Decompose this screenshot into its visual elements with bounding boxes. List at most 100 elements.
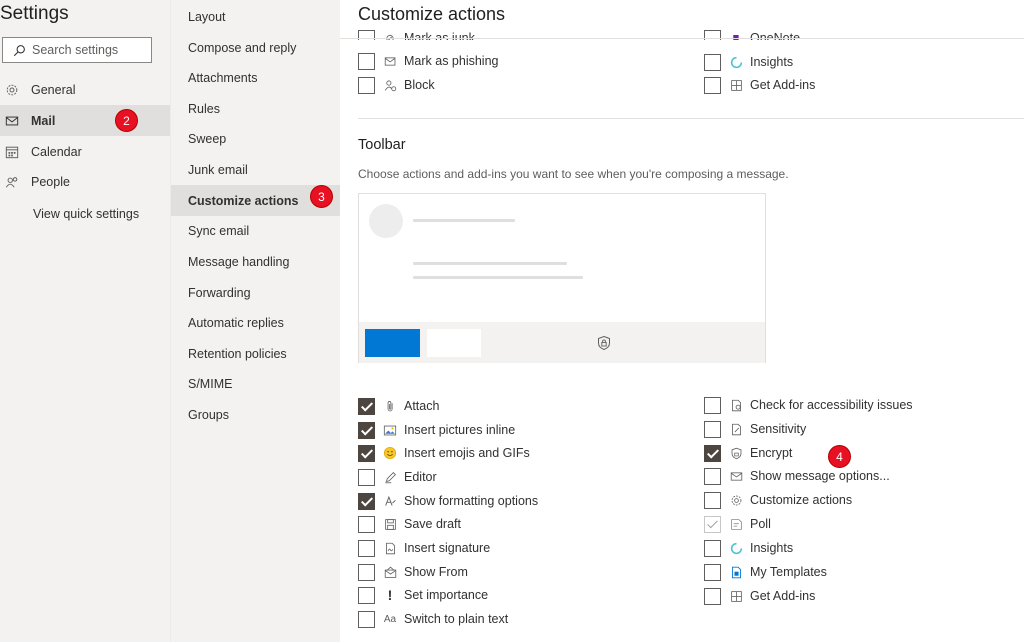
encrypt-shield-icon	[598, 335, 610, 351]
checkbox[interactable]	[358, 468, 375, 486]
calendar-icon	[5, 145, 19, 159]
checkbox-checked[interactable]	[358, 421, 375, 439]
checkbox[interactable]	[358, 563, 375, 581]
option-save-draft[interactable]: Save draft	[358, 514, 461, 534]
option-label: Poll	[750, 517, 771, 531]
subnav-item-sweep[interactable]: Sweep	[171, 123, 341, 154]
option-label: Attach	[404, 399, 440, 413]
checkbox[interactable]	[704, 587, 721, 605]
nav-item-general[interactable]: General	[0, 74, 170, 105]
subnav-item-attachments[interactable]: Attachments	[171, 62, 341, 93]
sensitivity-icon	[729, 422, 743, 436]
checkbox[interactable]	[704, 53, 721, 71]
mail-icon	[5, 114, 19, 128]
option-attach[interactable]: Attach	[358, 396, 439, 416]
option-label: Insights	[750, 541, 794, 555]
checkbox[interactable]	[358, 515, 375, 533]
page-title: Customize actions	[358, 4, 506, 24]
section-divider	[358, 118, 1024, 119]
option-insert-emojis-and-gifs[interactable]: Insert emojis and GIFs	[358, 443, 530, 463]
subnav-item-automatic-replies[interactable]: Automatic replies	[171, 307, 341, 338]
subnav-item-rules[interactable]: Rules	[171, 93, 341, 124]
option-block[interactable]: Block	[358, 75, 435, 95]
option-label: Check for accessibility issues	[750, 398, 913, 412]
option-get-add-ins-top[interactable]: Get Add-ins	[704, 75, 815, 95]
option-show-message-options[interactable]: Show message options...	[704, 466, 890, 486]
subnav-item-forwarding[interactable]: Forwarding	[171, 277, 341, 308]
option-label: Show formatting options	[404, 494, 539, 508]
option-my-templates[interactable]: My Templates	[704, 562, 827, 582]
subnav-item-groups[interactable]: Groups	[171, 399, 341, 430]
subnav-item-compose-and-reply[interactable]: Compose and reply	[171, 32, 341, 63]
option-editor[interactable]: Editor	[358, 467, 437, 487]
option-encrypt[interactable]: Encrypt	[704, 443, 792, 463]
poll-icon	[729, 517, 743, 531]
option-label: Show From	[404, 565, 468, 579]
customize-actions-panel: Customize actions ⊘ Mark as junk ■ OneNo…	[340, 0, 1024, 642]
option-label: Insert signature	[404, 541, 491, 555]
option-show-from[interactable]: Show From	[358, 562, 468, 582]
view-quick-settings-link[interactable]: View quick settings	[33, 207, 139, 221]
checkbox-checked[interactable]	[704, 444, 721, 462]
option-label: Editor	[404, 470, 437, 484]
subnav-item-junk-email[interactable]: Junk email	[171, 154, 341, 185]
option-customize-actions[interactable]: Customize actions	[704, 490, 852, 510]
nav-item-calendar[interactable]: Calendar	[0, 136, 170, 167]
checkbox-checked[interactable]	[358, 444, 375, 462]
importance-icon: !	[387, 587, 393, 603]
step-badge-4: 4	[828, 445, 851, 468]
show-from-icon	[383, 565, 397, 579]
option-label: Insights	[750, 55, 794, 69]
checkbox[interactable]	[704, 76, 721, 94]
option-insert-signature[interactable]: Insert signature	[358, 538, 490, 558]
option-mark-as-phishing[interactable]: Mark as phishing	[358, 51, 499, 71]
header-divider	[340, 38, 1024, 39]
option-set-importance[interactable]: ! Set importance	[358, 585, 488, 605]
preview-line	[413, 219, 515, 222]
option-label: Set importance	[404, 588, 489, 602]
checkbox[interactable]	[704, 563, 721, 581]
option-show-formatting-options[interactable]: Show formatting options	[358, 491, 538, 511]
option-check-accessibility[interactable]: Check for accessibility issues	[704, 395, 913, 415]
subnav-item-smime[interactable]: S/MIME	[171, 368, 341, 399]
checkbox[interactable]	[358, 610, 375, 628]
checkbox[interactable]	[358, 52, 375, 70]
checkbox[interactable]	[358, 539, 375, 557]
checkbox-checked[interactable]	[358, 397, 375, 415]
option-label: Customize actions	[750, 493, 853, 507]
formatting-icon	[383, 494, 397, 508]
checkbox[interactable]	[704, 491, 721, 509]
subnav-item-layout[interactable]: Layout	[171, 1, 341, 32]
option-poll[interactable]: Poll	[704, 514, 771, 534]
nav-item-mail[interactable]: Mail	[0, 105, 170, 136]
search-settings-input[interactable]: Search settings	[2, 37, 152, 63]
subnav-item-sync-email[interactable]: Sync email	[171, 215, 341, 246]
checkbox[interactable]	[358, 586, 375, 604]
option-label: Get Add-ins	[750, 589, 816, 603]
checkbox[interactable]	[358, 76, 375, 94]
phishing-icon	[383, 54, 397, 68]
option-label: My Templates	[750, 565, 827, 579]
preview-send-button	[365, 329, 420, 357]
search-placeholder: Search settings	[32, 43, 119, 57]
option-insights[interactable]: Insights	[704, 538, 793, 558]
toolbar-section-description: Choose actions and add-ins you want to s…	[358, 167, 789, 181]
option-switch-to-plain-text[interactable]: Aa Switch to plain text	[358, 609, 508, 629]
step-badge-2: 2	[115, 109, 138, 132]
checkbox[interactable]	[704, 420, 721, 438]
emoji-icon	[383, 446, 397, 460]
checkbox[interactable]	[704, 539, 721, 557]
checkbox-checked[interactable]	[358, 492, 375, 510]
option-label: Switch to plain text	[404, 612, 509, 626]
add-ins-icon	[729, 589, 743, 603]
checkbox[interactable]	[704, 396, 721, 414]
subnav-item-message-handling[interactable]: Message handling	[171, 246, 341, 277]
nav-item-people[interactable]: People	[0, 166, 170, 197]
checkbox[interactable]	[704, 467, 721, 485]
option-label: Encrypt	[750, 446, 793, 460]
option-get-add-ins[interactable]: Get Add-ins	[704, 586, 815, 606]
subnav-item-retention-policies[interactable]: Retention policies	[171, 338, 341, 369]
option-sensitivity[interactable]: Sensitivity	[704, 419, 806, 439]
option-insert-pictures-inline[interactable]: Insert pictures inline	[358, 420, 515, 440]
option-insights-top[interactable]: Insights	[704, 52, 793, 72]
